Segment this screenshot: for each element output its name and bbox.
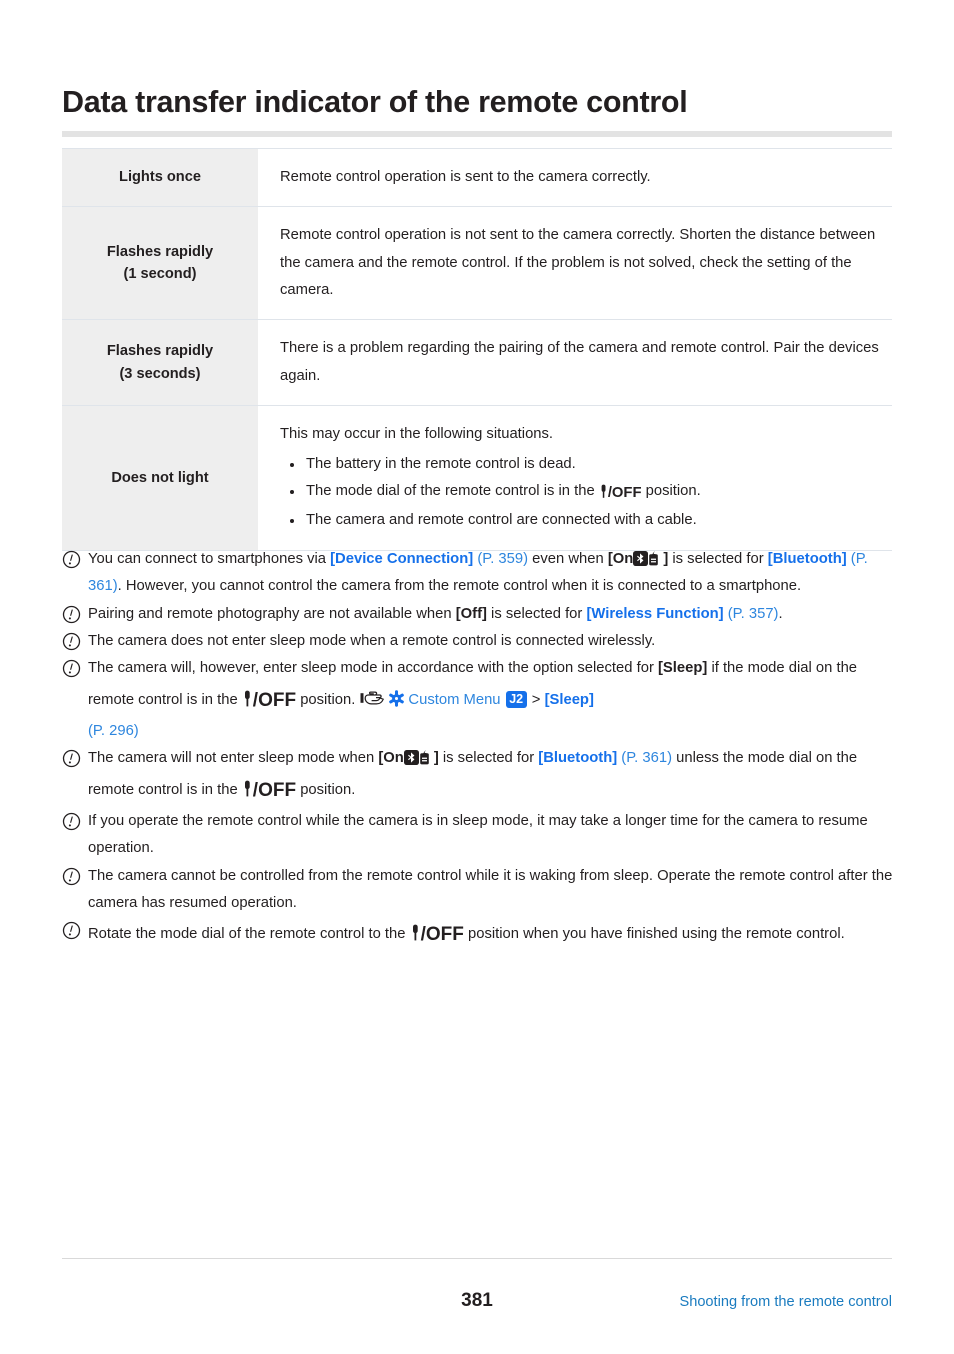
exclamation-circle-icon bbox=[62, 550, 81, 569]
mic-off-icon: /OFF bbox=[599, 480, 642, 507]
row-description-lead: This may occur in the following situatio… bbox=[280, 426, 554, 443]
row-label-line1: Flashes rapidly bbox=[106, 343, 214, 360]
row-label-line2: (1 second) bbox=[123, 266, 197, 283]
note-item: Rotate the mode dial of the remote contr… bbox=[62, 917, 896, 952]
note-text-3: position. bbox=[296, 691, 360, 708]
note-text-4: position. bbox=[296, 781, 356, 798]
note-text-4: . However, you cannot control the camera… bbox=[117, 578, 802, 595]
setting-on-label: [On bbox=[378, 750, 404, 767]
link-wireless-function[interactable]: [Wireless Function] bbox=[586, 606, 723, 622]
list-item-text-prefix: The mode dial of the remote control is i… bbox=[306, 482, 599, 499]
list-item: The battery in the remote control is dea… bbox=[280, 451, 882, 478]
note-item: You can connect to smartphones via [Devi… bbox=[62, 546, 896, 601]
gear-icon bbox=[388, 690, 405, 707]
setting-on-label: [On bbox=[607, 551, 634, 567]
note-item: If you operate the remote control while … bbox=[62, 808, 896, 863]
setting-off-label: [Off] bbox=[455, 605, 487, 622]
link-bluetooth[interactable]: [Bluetooth] bbox=[768, 551, 847, 567]
note-text-2: even when bbox=[528, 551, 608, 567]
footer-section-link[interactable]: Shooting from the remote control bbox=[679, 1294, 892, 1310]
link-device-connection[interactable]: [Device Connection] bbox=[330, 551, 473, 567]
note-text-1: Rotate the mode dial of the remote contr… bbox=[88, 926, 410, 943]
page-ref[interactable]: (P. 361) bbox=[621, 750, 672, 766]
footer-divider bbox=[62, 1258, 892, 1259]
note-text-1: The camera does not enter sleep mode whe… bbox=[88, 633, 656, 650]
hand-pointer-icon bbox=[360, 690, 385, 707]
note-text-1: The camera cannot be controlled from the… bbox=[88, 867, 893, 911]
remote-device-icon bbox=[419, 748, 434, 765]
row-description-text: Remote control operation is sent to the … bbox=[280, 169, 651, 185]
off-text: /OFF bbox=[252, 689, 297, 711]
row-label-line1: Flashes rapidly bbox=[106, 243, 214, 260]
table-cell-description: Remote control operation is sent to the … bbox=[258, 147, 892, 208]
off-text: /OFF bbox=[607, 484, 642, 501]
table-cell-label: Flashes rapidly (3 seconds) bbox=[62, 319, 258, 407]
row-description-text: Remote control operation is not sent to … bbox=[280, 227, 876, 299]
table-cell-label: Flashes rapidly (1 second) bbox=[62, 206, 258, 321]
mic-off-icon: /OFF bbox=[242, 683, 296, 718]
table-row: Flashes rapidly (1 second) Remote contro… bbox=[62, 206, 892, 321]
document-page: Data transfer indicator of the remote co… bbox=[0, 0, 954, 1354]
table-row: Flashes rapidly (3 seconds) There is a p… bbox=[62, 319, 892, 407]
note-item: The camera cannot be controlled from the… bbox=[62, 863, 896, 918]
note-text-2: is selected for bbox=[438, 750, 539, 767]
note-text-1: The camera will, however, enter sleep mo… bbox=[88, 660, 658, 677]
bluetooth-icon bbox=[403, 748, 419, 766]
note-item: The camera will not enter sleep mode whe… bbox=[62, 745, 896, 808]
off-text: /OFF bbox=[252, 779, 297, 801]
exclamation-circle-icon bbox=[62, 632, 81, 651]
remote-device-icon bbox=[648, 549, 663, 566]
page-ref[interactable]: (P. 359) bbox=[477, 551, 528, 567]
note-text-3: . bbox=[778, 605, 783, 622]
exclamation-circle-icon bbox=[62, 867, 81, 886]
exclamation-circle-icon bbox=[62, 659, 81, 678]
table-cell-description: This may occur in the following situatio… bbox=[258, 405, 892, 551]
note-item: The camera does not enter sleep mode whe… bbox=[62, 628, 896, 655]
link-bluetooth[interactable]: [Bluetooth] bbox=[538, 750, 617, 766]
indicator-table: Lights once Remote control operation is … bbox=[62, 147, 892, 551]
custom-menu-label[interactable]: Custom Menu bbox=[408, 692, 500, 708]
menu-tab-badge: J2 bbox=[505, 690, 527, 708]
table-row: Lights once Remote control operation is … bbox=[62, 147, 892, 208]
note-item: The camera will, however, enter sleep mo… bbox=[62, 655, 896, 745]
link-sleep[interactable]: [Sleep] bbox=[545, 692, 594, 708]
note-text-1: The camera will not enter sleep mode whe… bbox=[88, 750, 379, 767]
row-label-text: Does not light bbox=[111, 469, 209, 486]
table-cell-label: Lights once bbox=[62, 147, 258, 208]
exclamation-circle-icon bbox=[62, 921, 81, 940]
off-text: /OFF bbox=[420, 924, 464, 946]
table-row: Does not light This may occur in the fol… bbox=[62, 405, 892, 551]
row-label-line2: (3 seconds) bbox=[119, 365, 201, 382]
page-ref[interactable]: (P. 357) bbox=[728, 606, 779, 622]
note-item: Pairing and remote photography are not a… bbox=[62, 601, 896, 628]
page-title: Data transfer indicator of the remote co… bbox=[62, 85, 688, 119]
note-text-1: Pairing and remote photography are not a… bbox=[88, 605, 456, 622]
setting-sleep-label: [Sleep] bbox=[657, 660, 708, 677]
mic-off-icon: /OFF bbox=[410, 917, 464, 952]
list-item: The camera and remote control are connec… bbox=[280, 507, 882, 534]
list-item: The mode dial of the remote control is i… bbox=[280, 478, 882, 507]
note-text-1: If you operate the remote control while … bbox=[88, 812, 868, 857]
bluetooth-icon bbox=[633, 549, 649, 566]
exclamation-circle-icon bbox=[62, 812, 81, 831]
list-item-text: The battery in the remote control is dea… bbox=[306, 455, 576, 472]
row-description-text: There is a problem regarding the pairing… bbox=[280, 340, 879, 384]
list-item-text: The camera and remote control are connec… bbox=[306, 512, 697, 529]
title-divider bbox=[62, 131, 892, 137]
note-text-3: is selected for bbox=[668, 551, 768, 567]
page-ref[interactable]: (P. 296) bbox=[88, 723, 139, 739]
situation-list: The battery in the remote control is dea… bbox=[280, 451, 882, 535]
notes-list: You can connect to smartphones via [Devi… bbox=[62, 546, 896, 952]
list-item-text-suffix: position. bbox=[641, 482, 701, 499]
mic-off-icon: /OFF bbox=[242, 773, 296, 808]
table-cell-label: Does not light bbox=[62, 405, 258, 551]
table-cell-description: There is a problem regarding the pairing… bbox=[258, 319, 892, 407]
exclamation-circle-icon bbox=[62, 749, 81, 768]
note-text-1: You can connect to smartphones via bbox=[88, 551, 331, 567]
table-cell-description: Remote control operation is not sent to … bbox=[258, 206, 892, 321]
note-text-2: is selected for bbox=[486, 605, 587, 622]
note-text-2: position when you have finished using th… bbox=[463, 926, 845, 943]
row-label-text: Lights once bbox=[119, 169, 201, 186]
exclamation-circle-icon bbox=[62, 605, 81, 624]
